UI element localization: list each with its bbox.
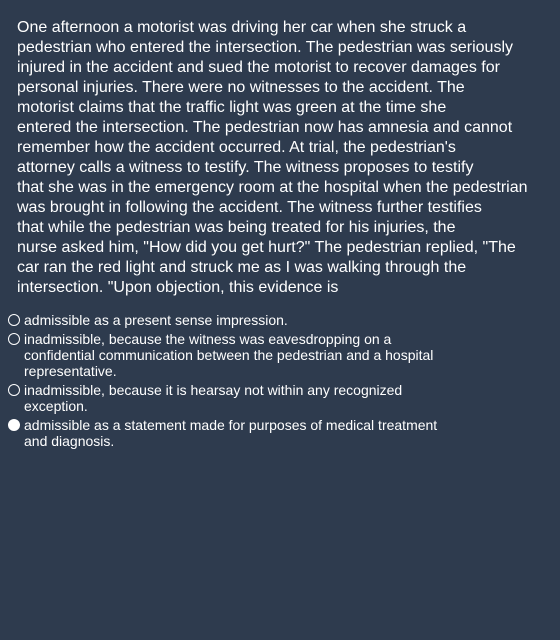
question-line: One afternoon a motorist was driving her… [17, 19, 467, 36]
question-line: nurse asked him, "How did you get hurt?"… [17, 239, 516, 256]
radio-button-selected[interactable] [8, 419, 20, 431]
question-line: was brought in following the accident. T… [17, 199, 482, 216]
answer-option-line: admissible as a statement made for purpo… [24, 417, 438, 433]
question-text: One afternoon a motorist was driving her… [17, 18, 547, 298]
answer-option-c[interactable]: inadmissible, because it is hearsay not … [8, 382, 548, 414]
answer-option-line: representative. [24, 363, 117, 379]
answer-option-label: admissible as a statement made for purpo… [24, 417, 548, 449]
answer-option-a[interactable]: admissible as a present sense impression… [8, 312, 548, 328]
question-line: attorney calls a witness to testify. The… [17, 159, 474, 176]
answer-option-label: admissible as a present sense impression… [24, 312, 548, 328]
answer-option-line: admissible as a present sense impression… [24, 312, 288, 328]
answer-option-line: inadmissible, because it is hearsay not … [24, 382, 403, 398]
answer-option-line: confidential communication between the p… [24, 347, 434, 363]
question-line: personal injuries. There were no witness… [17, 79, 465, 96]
answer-option-line: and diagnosis. [24, 433, 115, 449]
answer-option-b[interactable]: inadmissible, because the witness was ea… [8, 331, 548, 379]
question-line: pedestrian who entered the intersection.… [17, 39, 513, 56]
question-line: entered the intersection. The pedestrian… [17, 119, 513, 136]
question-line: car ran the red light and struck me as I… [17, 259, 467, 276]
answer-option-label: inadmissible, because it is hearsay not … [24, 382, 548, 414]
radio-button[interactable] [8, 333, 20, 345]
question-line: remember how the accident occurred. At t… [17, 139, 456, 156]
radio-button[interactable] [8, 384, 20, 396]
radio-button[interactable] [8, 314, 20, 326]
question-line: injured in the accident and sued the mot… [17, 59, 500, 76]
question-line: that she was in the emergency room at th… [17, 179, 528, 196]
question-line: intersection. "Upon objection, this evid… [17, 279, 339, 296]
question-line: motorist claims that the traffic light w… [17, 99, 447, 116]
answer-option-line: exception. [24, 398, 88, 414]
answer-option-label: inadmissible, because the witness was ea… [24, 331, 548, 379]
answer-option-line: inadmissible, because the witness was ea… [24, 331, 392, 347]
answer-option-d[interactable]: admissible as a statement made for purpo… [8, 417, 548, 449]
answer-options: admissible as a present sense impression… [8, 312, 548, 452]
question-line: that while the pedestrian was being trea… [17, 219, 456, 236]
